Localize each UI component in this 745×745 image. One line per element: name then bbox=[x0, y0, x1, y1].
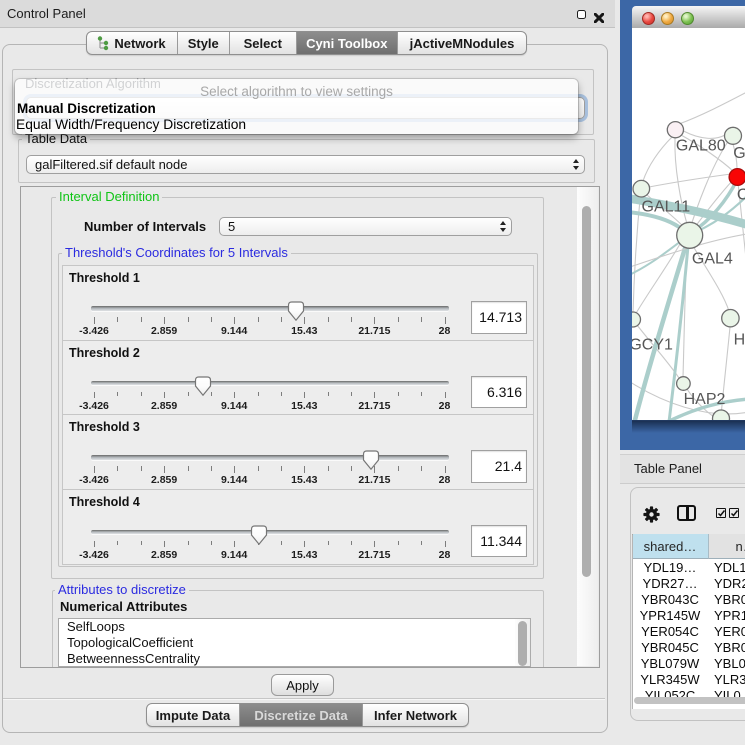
svg-text:H: H bbox=[734, 331, 745, 348]
svg-text:G.: G. bbox=[733, 145, 745, 162]
svg-text:GCY1: GCY1 bbox=[632, 336, 673, 353]
svg-text:C: C bbox=[737, 187, 745, 204]
svg-text:GAL11: GAL11 bbox=[642, 199, 691, 216]
svg-text:HAP2: HAP2 bbox=[684, 391, 726, 408]
svg-text:GAL4: GAL4 bbox=[692, 251, 733, 268]
svg-text:GAL80: GAL80 bbox=[676, 137, 726, 154]
